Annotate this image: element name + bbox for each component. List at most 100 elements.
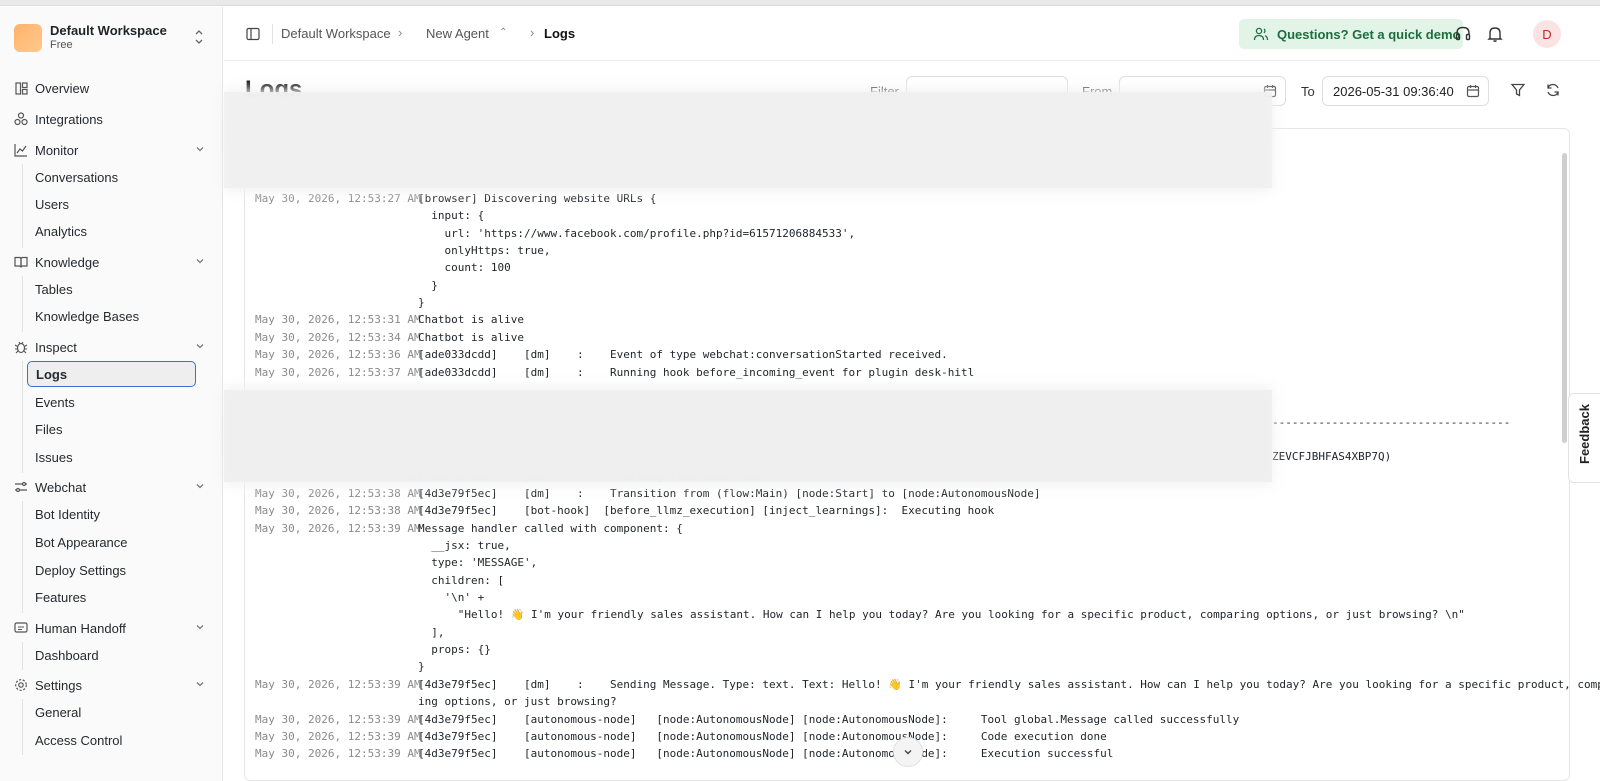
nav-tree-line — [22, 642, 23, 670]
log-line: May 30, 2026, 12:53:39 AM[4d3e79f5ec] [a… — [255, 728, 1107, 745]
breadcrumb-workspace[interactable]: Default Workspace — [281, 26, 391, 41]
sidebar: Default Workspace Free Overview Integrat… — [0, 7, 223, 781]
chevron-up-down-icon[interactable]: ⌃ — [499, 27, 507, 38]
header-divider — [272, 24, 273, 44]
log-line: '\n' + — [255, 589, 484, 606]
log-line: May 30, 2026, 12:53:39 AM[4d3e79f5ec] [a… — [255, 745, 1113, 762]
log-line: May 30, 2026, 12:53:31 AMChatbot is aliv… — [255, 311, 524, 328]
scroll-to-bottom-button[interactable] — [893, 737, 923, 767]
log-timestamp: May 30, 2026, 12:53:27 AM — [255, 192, 421, 205]
chevron-down-icon — [194, 255, 206, 267]
log-message: Chatbot is alive — [418, 330, 524, 344]
sidebar-toggle-icon[interactable] — [246, 27, 260, 41]
log-message: type: 'MESSAGE', — [418, 556, 538, 570]
sidebar-subitem-conversations[interactable]: Conversations — [35, 166, 195, 188]
sidebar-item-label: Human Handoff — [35, 620, 126, 636]
log-timestamp: May 30, 2026, 12:53:38 AM — [255, 504, 421, 518]
log-message: Message handler called with component: { — [418, 521, 683, 535]
log-message: [4d3e79f5ec] [bot-hook] [before_llmz_exe… — [418, 504, 995, 518]
workspace-text: Default Workspace Free — [50, 24, 167, 52]
log-line: } — [255, 294, 425, 311]
sidebar-item-settings[interactable]: Settings — [14, 674, 210, 696]
filter-icon[interactable] — [1510, 82, 1528, 100]
sidebar-subitem-users[interactable]: Users — [35, 193, 195, 215]
log-fragment-id: ZEVCFJBHFAS4XBP7Q) — [1272, 450, 1392, 463]
log-message: ], — [418, 625, 445, 639]
webchat-icon — [14, 480, 28, 494]
sidebar-subitem-analytics[interactable]: Analytics — [35, 220, 195, 242]
log-scrollbar[interactable] — [1562, 153, 1567, 443]
chevron-up-down-icon — [192, 28, 206, 48]
sidebar-subitem-files[interactable]: Files — [35, 418, 195, 440]
sidebar-item-overview[interactable]: Overview — [14, 77, 210, 99]
workspace-name: Default Workspace — [50, 23, 167, 38]
log-line: "Hello! 👋 I'm your friendly sales assist… — [255, 606, 1465, 623]
log-line: } — [255, 277, 438, 294]
workspace-switcher[interactable]: Default Workspace Free — [14, 22, 210, 54]
sidebar-item-human-handoff[interactable]: Human Handoff — [14, 617, 210, 639]
headset-icon[interactable] — [1454, 25, 1472, 43]
avatar[interactable]: D — [1533, 20, 1561, 48]
log-message: [4d3e79f5ec] [autonomous-node] [node:Aut… — [418, 747, 1114, 761]
quick-demo-label: Questions? Get a quick demo — [1277, 26, 1461, 42]
sidebar-subitem-bot-identity[interactable]: Bot Identity — [35, 503, 195, 525]
handoff-icon — [14, 621, 28, 635]
to-date-field[interactable]: 2026-05-31 09:36:40 — [1322, 76, 1489, 106]
sidebar-subitem-access-control[interactable]: Access Control — [35, 729, 195, 751]
breadcrumb-agent[interactable]: New Agent — [426, 26, 489, 41]
log-message: onlyHttps: true, — [418, 244, 551, 258]
log-timestamp: May 30, 2026, 12:53:39 AM — [255, 729, 421, 743]
integrations-icon — [14, 112, 28, 126]
sidebar-item-label: Knowledge — [35, 254, 100, 270]
log-line: count: 100 — [255, 259, 510, 276]
sidebar-item-integrations[interactable]: Integrations — [14, 108, 210, 130]
chevron-down-icon — [194, 678, 206, 690]
log-message: [4d3e79f5ec] [autonomous-node] [node:Aut… — [418, 712, 1240, 726]
log-message: ing options, or just browsing? — [418, 695, 617, 709]
refresh-icon[interactable] — [1545, 82, 1563, 100]
nav-tree-line — [22, 164, 23, 248]
sidebar-item-webchat[interactable]: Webchat — [14, 476, 210, 498]
log-message: props: {} — [418, 643, 491, 657]
bell-icon[interactable] — [1486, 25, 1504, 43]
chart-icon — [14, 143, 28, 157]
log-line: ], — [255, 624, 445, 641]
log-timestamp: May 30, 2026, 12:53:39 AM — [255, 747, 421, 761]
sidebar-subitem-events[interactable]: Events — [35, 391, 195, 413]
sidebar-subitem-deploy-settings[interactable]: Deploy Settings — [35, 559, 195, 581]
sidebar-subitem-general[interactable]: General — [35, 701, 195, 723]
log-line: onlyHttps: true, — [255, 242, 550, 259]
sidebar-subitem-bot-appearance[interactable]: Bot Appearance — [35, 531, 195, 553]
sidebar-item-monitor[interactable]: Monitor — [14, 139, 210, 161]
sidebar-subitem-issues[interactable]: Issues — [35, 446, 195, 468]
log-message: [4d3e79f5ec] [dm] : Sending Message. Typ… — [418, 677, 1600, 691]
overview-icon — [14, 81, 28, 95]
log-line: May 30, 2026, 12:53:34 AMChatbot is aliv… — [255, 329, 524, 346]
sidebar-item-label: Inspect — [35, 339, 77, 355]
quick-demo-button[interactable]: Questions? Get a quick demo — [1239, 19, 1463, 49]
log-line: May 30, 2026, 12:53:38 AM[4d3e79f5ec] [d… — [255, 485, 1041, 502]
top-header: Default Workspace › New Agent ⌃ › Logs Q… — [224, 7, 1600, 61]
log-line: type: 'MESSAGE', — [255, 554, 537, 571]
gear-icon — [14, 678, 28, 692]
redaction-blur — [224, 390, 1272, 482]
sidebar-subitem-logs[interactable]: Logs — [27, 361, 196, 387]
sidebar-item-knowledge[interactable]: Knowledge — [14, 251, 210, 273]
breadcrumb-separator-icon: › — [530, 25, 535, 40]
chevron-down-icon — [194, 143, 206, 155]
nav-tree-line — [22, 276, 23, 332]
sidebar-subitem-tables[interactable]: Tables — [35, 278, 195, 300]
sidebar-item-inspect[interactable]: Inspect — [14, 336, 210, 358]
nav-tree-line — [22, 361, 23, 473]
sidebar-subitem-features[interactable]: Features — [35, 586, 195, 608]
to-date-value: 2026-05-31 09:36:40 — [1333, 83, 1454, 99]
log-message: [ade033dcdd] [dm] : Event of type webcha… — [418, 348, 948, 362]
browser-top-edge — [0, 0, 1600, 6]
workspace-avatar — [14, 24, 42, 52]
sidebar-subitem-dashboard[interactable]: Dashboard — [35, 644, 195, 666]
breadcrumb-separator-icon: › — [398, 25, 403, 40]
feedback-tab[interactable]: Feedback — [1568, 393, 1600, 483]
sidebar-subitem-knowledge-bases[interactable]: Knowledge Bases — [35, 305, 195, 327]
log-timestamp: May 30, 2026, 12:53:34 AM — [255, 330, 421, 344]
to-label: To — [1301, 84, 1315, 99]
